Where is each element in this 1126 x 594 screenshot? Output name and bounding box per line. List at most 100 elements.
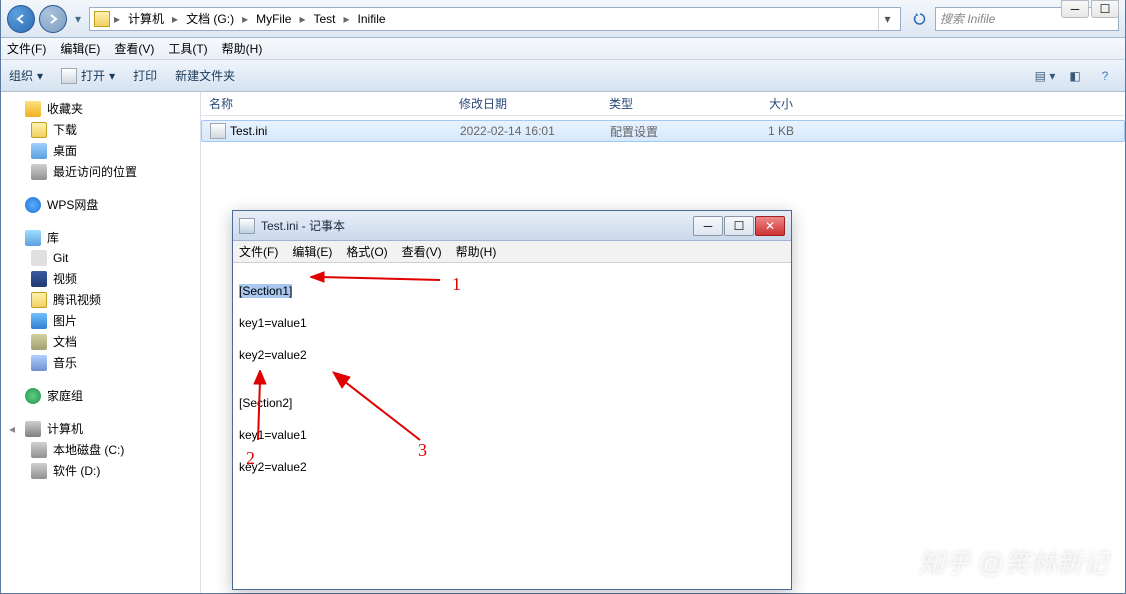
annotation-arrow-2: [248, 370, 268, 450]
menu-bar: 文件(F) 编辑(E) 查看(V) 工具(T) 帮助(H): [1, 38, 1125, 60]
organize-button[interactable]: 组织 ▾: [9, 67, 43, 84]
breadcrumb-computer[interactable]: 计算机: [124, 8, 168, 29]
annotation-number-3: 3: [418, 440, 427, 461]
refresh-button[interactable]: [909, 8, 931, 30]
forward-button[interactable]: [39, 5, 67, 33]
notepad-menu-file[interactable]: 文件(F): [239, 243, 278, 260]
sidebar-item-label: Git: [53, 251, 68, 265]
window-minimize-button[interactable]: ─: [1061, 0, 1089, 18]
sidebar-label: WPS网盘: [47, 196, 98, 213]
file-row[interactable]: Test.ini 2022-02-14 16:01 配置设置 1 KB: [201, 120, 1125, 142]
annotation-arrow-3: [330, 370, 430, 450]
sidebar-item-documents[interactable]: 文档: [1, 331, 200, 352]
sidebar-wps[interactable]: WPS网盘: [1, 194, 200, 215]
sidebar: 收藏夹 下载 桌面 最近访问的位置 WPS网盘 库 Git 视频 腾讯视频 图片…: [1, 92, 201, 593]
file-date: 2022-02-14 16:01: [452, 124, 602, 138]
sidebar-item-drive-d[interactable]: 软件 (D:): [1, 460, 200, 481]
sidebar-item-pictures[interactable]: 图片: [1, 310, 200, 331]
notepad-icon: [61, 68, 77, 84]
column-type[interactable]: 类型: [601, 95, 721, 112]
sidebar-item-drive-c[interactable]: 本地磁盘 (C:): [1, 439, 200, 460]
notepad-menu-edit[interactable]: 编辑(E): [292, 243, 332, 260]
notepad-minimize-button[interactable]: ─: [693, 216, 723, 236]
video-icon: [31, 271, 47, 287]
crumb-sep-icon[interactable]: ▸: [112, 12, 122, 26]
folder-icon: [31, 122, 47, 138]
sidebar-item-label: 下载: [53, 121, 77, 138]
git-icon: [31, 250, 47, 266]
menu-view[interactable]: 查看(V): [114, 40, 154, 57]
breadcrumb-test[interactable]: Test: [309, 10, 339, 28]
crumb-sep-icon[interactable]: ▸: [342, 12, 352, 26]
breadcrumb-myfile[interactable]: MyFile: [252, 10, 295, 28]
sidebar-item-recent[interactable]: 最近访问的位置: [1, 161, 200, 182]
notepad-close-button[interactable]: ✕: [755, 216, 785, 236]
file-name: Test.ini: [230, 124, 267, 138]
text-line: key1=value1: [239, 427, 785, 443]
column-name[interactable]: 名称: [201, 95, 451, 112]
text-line: key2=value2: [239, 347, 785, 363]
window-maximize-button[interactable]: ☐: [1091, 0, 1119, 18]
help-button[interactable]: ?: [1093, 65, 1117, 87]
sidebar-item-downloads[interactable]: 下载: [1, 119, 200, 140]
newfolder-button[interactable]: 新建文件夹: [175, 67, 235, 84]
crumb-sep-icon[interactable]: ▸: [297, 12, 307, 26]
sidebar-item-label: 音乐: [53, 354, 77, 371]
sidebar-item-git[interactable]: Git: [1, 248, 200, 268]
file-type: 配置设置: [602, 123, 722, 140]
view-options-button[interactable]: ▤ ▾: [1033, 65, 1057, 87]
column-date[interactable]: 修改日期: [451, 95, 601, 112]
notepad-menu-help[interactable]: 帮助(H): [456, 243, 497, 260]
cloud-icon: [25, 197, 41, 213]
notepad-menubar: 文件(F) 编辑(E) 格式(O) 查看(V) 帮助(H): [233, 241, 791, 263]
column-size[interactable]: 大小: [721, 95, 801, 112]
ini-file-icon: [210, 123, 226, 139]
menu-help[interactable]: 帮助(H): [222, 40, 263, 57]
address-dropdown[interactable]: ▾: [878, 8, 896, 30]
breadcrumb-drive[interactable]: 文档 (G:): [182, 8, 238, 29]
menu-file[interactable]: 文件(F): [7, 40, 46, 57]
annotation-arrow-1: [310, 270, 450, 290]
text-line: key2=value2: [239, 459, 785, 475]
notepad-maximize-button[interactable]: ☐: [724, 216, 754, 236]
back-button[interactable]: [7, 5, 35, 33]
sidebar-homegroup[interactable]: 家庭组: [1, 385, 200, 406]
menu-edit[interactable]: 编辑(E): [60, 40, 100, 57]
print-button[interactable]: 打印: [133, 67, 157, 84]
menu-tools[interactable]: 工具(T): [168, 40, 207, 57]
preview-pane-button[interactable]: ◧: [1063, 65, 1087, 87]
sidebar-computer[interactable]: ◂计算机: [1, 418, 200, 439]
sidebar-item-music[interactable]: 音乐: [1, 352, 200, 373]
sidebar-item-label: 软件 (D:): [53, 462, 100, 479]
sidebar-item-video[interactable]: 视频: [1, 268, 200, 289]
sidebar-label: 收藏夹: [47, 100, 83, 117]
sidebar-item-label: 最近访问的位置: [53, 163, 137, 180]
notepad-titlebar[interactable]: Test.ini - 记事本 ─ ☐ ✕: [233, 211, 791, 241]
sidebar-item-desktop[interactable]: 桌面: [1, 140, 200, 161]
sidebar-item-label: 桌面: [53, 142, 77, 159]
organize-label: 组织: [9, 67, 33, 84]
sidebar-label: 计算机: [47, 420, 83, 437]
sidebar-item-label: 本地磁盘 (C:): [53, 441, 124, 458]
sidebar-libraries[interactable]: 库: [1, 227, 200, 248]
sidebar-item-tencent[interactable]: 腾讯视频: [1, 289, 200, 310]
notepad-title: Test.ini - 记事本: [261, 217, 687, 234]
address-bar[interactable]: ▸ 计算机 ▸ 文档 (G:) ▸ MyFile ▸ Test ▸ Inifil…: [89, 7, 901, 31]
notepad-text-area[interactable]: [Section1] key1=value1 key2=value2 [Sect…: [233, 263, 791, 589]
nav-bar: ▾ ▸ 计算机 ▸ 文档 (G:) ▸ MyFile ▸ Test ▸ Inif…: [1, 0, 1125, 38]
notepad-menu-format[interactable]: 格式(O): [346, 243, 387, 260]
notepad-icon: [239, 218, 255, 234]
history-dropdown[interactable]: ▾: [71, 7, 85, 31]
file-size: 1 KB: [722, 124, 802, 138]
crumb-sep-icon[interactable]: ▸: [170, 12, 180, 26]
crumb-sep-icon[interactable]: ▸: [240, 12, 250, 26]
folder-icon: [31, 292, 47, 308]
column-headers: 名称 修改日期 类型 大小: [201, 92, 1125, 116]
open-button[interactable]: 打开 ▾: [61, 67, 115, 84]
annotation-number-2: 2: [246, 448, 255, 469]
drive-icon: [31, 463, 47, 479]
sidebar-favorites[interactable]: 收藏夹: [1, 98, 200, 119]
star-icon: [25, 101, 41, 117]
breadcrumb-inifile[interactable]: Inifile: [354, 10, 390, 28]
notepad-menu-view[interactable]: 查看(V): [402, 243, 442, 260]
